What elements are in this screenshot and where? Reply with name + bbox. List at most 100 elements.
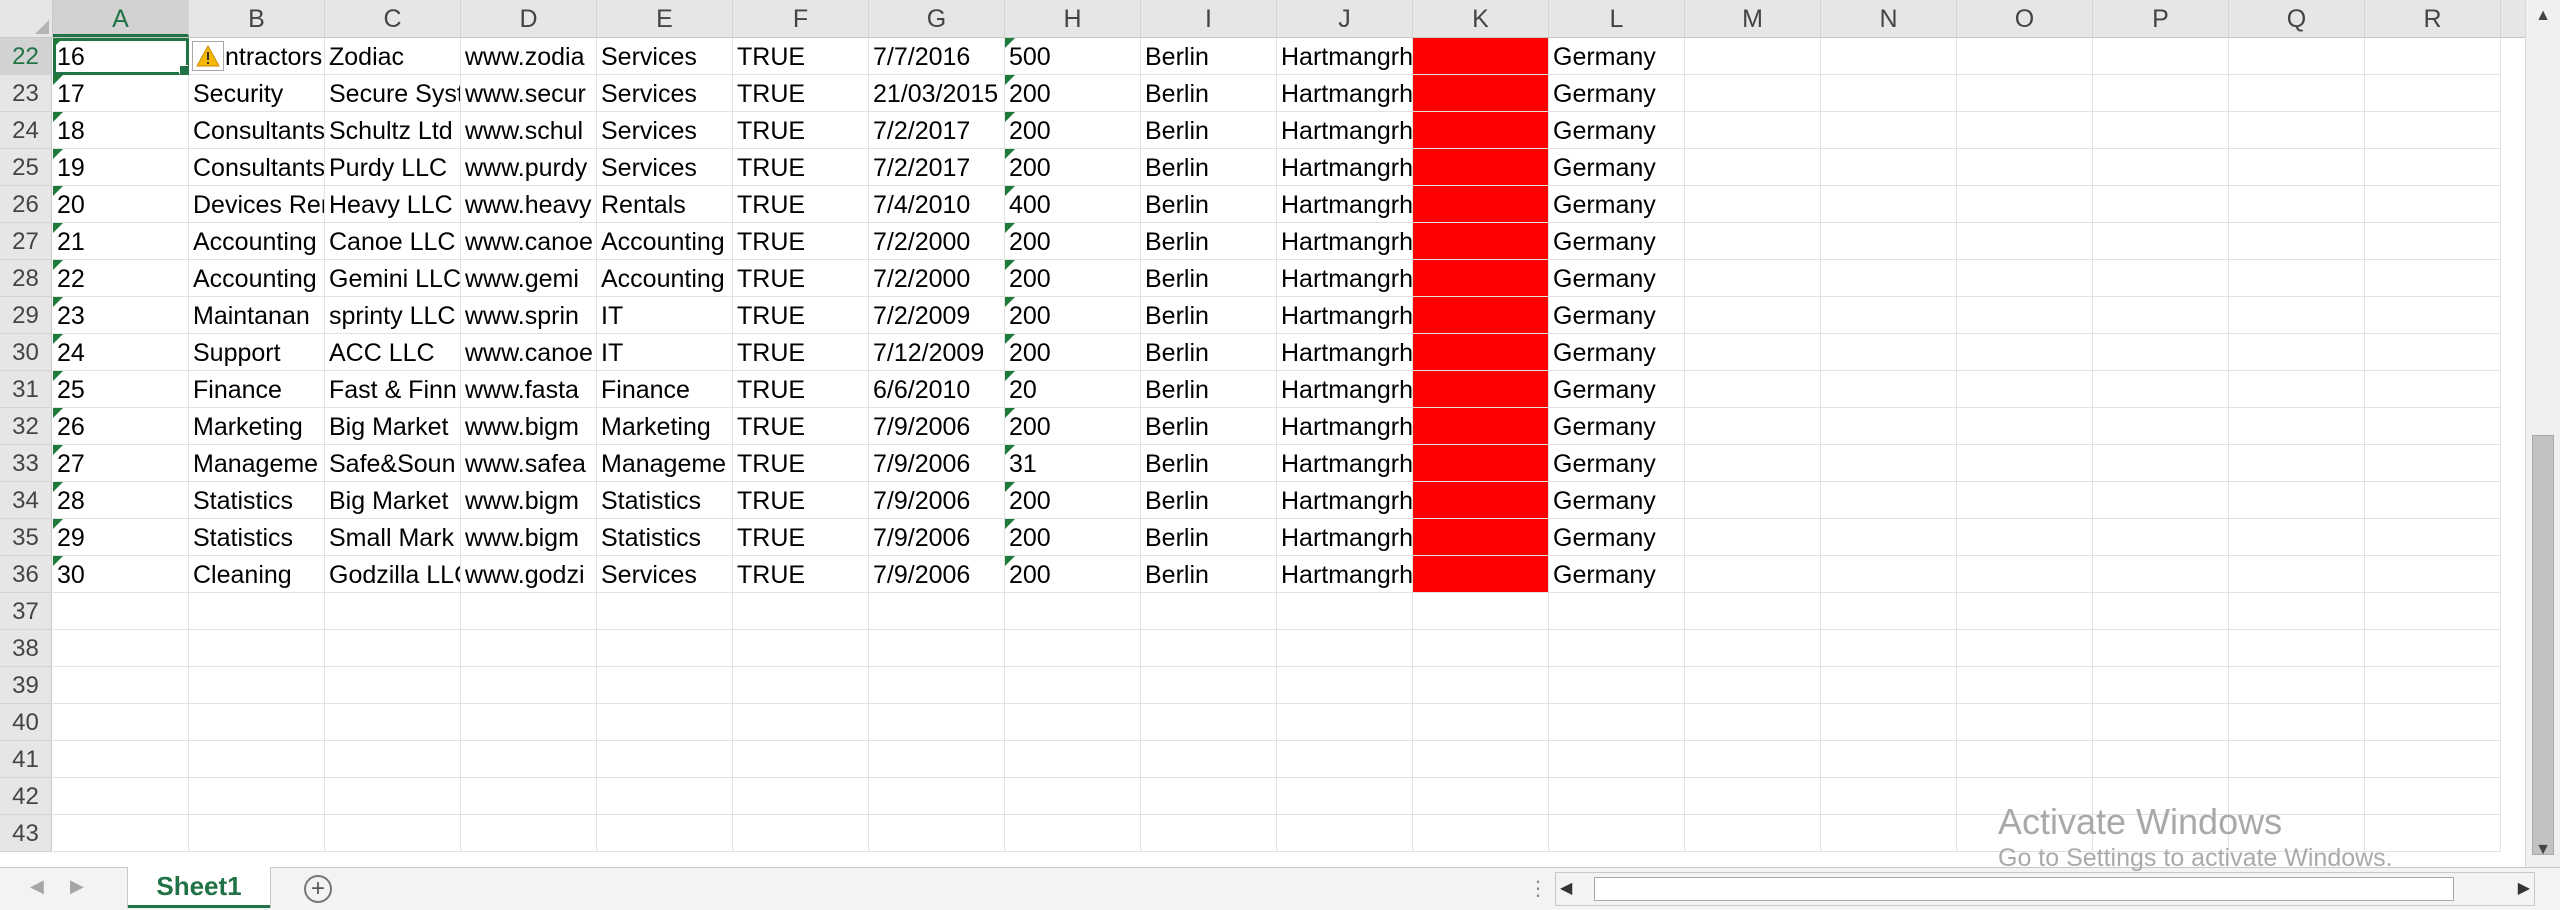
cell-o23[interactable] [1957, 75, 2093, 112]
cell-f35[interactable]: TRUE [733, 519, 869, 556]
cell-n24[interactable] [1821, 112, 1957, 149]
cell-q41[interactable] [2229, 741, 2365, 778]
cell-b37[interactable] [189, 593, 325, 630]
cell-d26[interactable]: www.heavy [461, 186, 597, 223]
cell-j22[interactable]: Hartmangrh [1277, 38, 1413, 75]
cell-d29[interactable]: www.sprin [461, 297, 597, 334]
cell-g43[interactable] [869, 815, 1005, 852]
cell-i28[interactable]: Berlin [1141, 260, 1277, 297]
cell-l22[interactable]: Germany [1549, 38, 1685, 75]
cell-l30[interactable]: Germany [1549, 334, 1685, 371]
cell-n43[interactable] [1821, 815, 1957, 852]
cell-a35[interactable]: 29 [53, 519, 189, 556]
cell-q28[interactable] [2229, 260, 2365, 297]
column-header-m[interactable]: M [1685, 0, 1821, 37]
cell-c31[interactable]: Fast & Finn [325, 371, 461, 408]
horizontal-scrollbar[interactable]: ◀ ▶ [1555, 872, 2535, 906]
cell-a37[interactable] [53, 593, 189, 630]
cell-p35[interactable] [2093, 519, 2229, 556]
cell-g40[interactable] [869, 704, 1005, 741]
cell-m31[interactable] [1685, 371, 1821, 408]
cell-r31[interactable] [2365, 371, 2501, 408]
row-header-28[interactable]: 28 [0, 260, 52, 297]
cell-g24[interactable]: 7/2/2017 [869, 112, 1005, 149]
cell-d43[interactable] [461, 815, 597, 852]
cell-c35[interactable]: Small Mark [325, 519, 461, 556]
cell-l31[interactable]: Germany [1549, 371, 1685, 408]
cell-j30[interactable]: Hartmangrh [1277, 334, 1413, 371]
vertical-scroll-thumb[interactable] [2532, 435, 2554, 855]
cell-f34[interactable]: TRUE [733, 482, 869, 519]
cell-r38[interactable] [2365, 630, 2501, 667]
cell-b29[interactable]: Maintanan [189, 297, 325, 334]
cell-h39[interactable] [1005, 667, 1141, 704]
cell-l41[interactable] [1549, 741, 1685, 778]
cell-g34[interactable]: 7/9/2006 [869, 482, 1005, 519]
cell-g29[interactable]: 7/2/2009 [869, 297, 1005, 334]
cell-j43[interactable] [1277, 815, 1413, 852]
column-header-r[interactable]: R [2365, 0, 2501, 37]
cell-i22[interactable]: Berlin [1141, 38, 1277, 75]
cell-h38[interactable] [1005, 630, 1141, 667]
cell-k39[interactable] [1413, 667, 1549, 704]
cell-n35[interactable] [1821, 519, 1957, 556]
cell-n34[interactable] [1821, 482, 1957, 519]
row-header-27[interactable]: 27 [0, 223, 52, 260]
cell-b42[interactable] [189, 778, 325, 815]
cell-b25[interactable]: Consultants [189, 149, 325, 186]
cell-b26[interactable]: Devices Rer [189, 186, 325, 223]
cell-e42[interactable] [597, 778, 733, 815]
cell-area[interactable]: 16 ntractors Zodiac www.zodia Services TRUE 7/… [53, 38, 2501, 852]
cell-o25[interactable] [1957, 149, 2093, 186]
cell-n26[interactable] [1821, 186, 1957, 223]
cell-j33[interactable]: Hartmangrh [1277, 445, 1413, 482]
cell-j41[interactable] [1277, 741, 1413, 778]
cell-o38[interactable] [1957, 630, 2093, 667]
column-header-p[interactable]: P [2093, 0, 2229, 37]
row-header-32[interactable]: 32 [0, 408, 52, 445]
cell-g35[interactable]: 7/9/2006 [869, 519, 1005, 556]
cell-l43[interactable] [1549, 815, 1685, 852]
cell-o33[interactable] [1957, 445, 2093, 482]
cell-p41[interactable] [2093, 741, 2229, 778]
cell-i43[interactable] [1141, 815, 1277, 852]
cell-i24[interactable]: Berlin [1141, 112, 1277, 149]
cell-h41[interactable] [1005, 741, 1141, 778]
cell-h42[interactable] [1005, 778, 1141, 815]
cell-a29[interactable]: 23 [53, 297, 189, 334]
cell-a36[interactable]: 30 [53, 556, 189, 593]
cell-o34[interactable] [1957, 482, 2093, 519]
cell-o24[interactable] [1957, 112, 2093, 149]
cell-d33[interactable]: www.safea [461, 445, 597, 482]
scroll-left-icon[interactable]: ◀ [1560, 878, 1572, 898]
cell-b30[interactable]: Support [189, 334, 325, 371]
cell-a23[interactable]: 17 [53, 75, 189, 112]
cell-q34[interactable] [2229, 482, 2365, 519]
select-all-button[interactable] [0, 0, 53, 37]
cell-m32[interactable] [1685, 408, 1821, 445]
cell-h33[interactable]: 31 [1005, 445, 1141, 482]
cell-c32[interactable]: Big Market [325, 408, 461, 445]
cell-c30[interactable]: ACC LLC [325, 334, 461, 371]
row-header-37[interactable]: 37 [0, 593, 52, 630]
cell-d37[interactable] [461, 593, 597, 630]
cell-l39[interactable] [1549, 667, 1685, 704]
cell-f40[interactable] [733, 704, 869, 741]
cell-l42[interactable] [1549, 778, 1685, 815]
cell-n28[interactable] [1821, 260, 1957, 297]
cell-r24[interactable] [2365, 112, 2501, 149]
cell-l37[interactable] [1549, 593, 1685, 630]
cell-o41[interactable] [1957, 741, 2093, 778]
tab-sheet1[interactable]: Sheet1 [128, 867, 270, 908]
column-header-h[interactable]: H [1005, 0, 1141, 37]
cell-r27[interactable] [2365, 223, 2501, 260]
cell-m27[interactable] [1685, 223, 1821, 260]
cell-i39[interactable] [1141, 667, 1277, 704]
cell-m35[interactable] [1685, 519, 1821, 556]
cell-b36[interactable]: Cleaning [189, 556, 325, 593]
cell-p34[interactable] [2093, 482, 2229, 519]
cell-b34[interactable]: Statistics [189, 482, 325, 519]
cell-e32[interactable]: Marketing [597, 408, 733, 445]
cell-h22[interactable]: 500 [1005, 38, 1141, 75]
cell-q26[interactable] [2229, 186, 2365, 223]
